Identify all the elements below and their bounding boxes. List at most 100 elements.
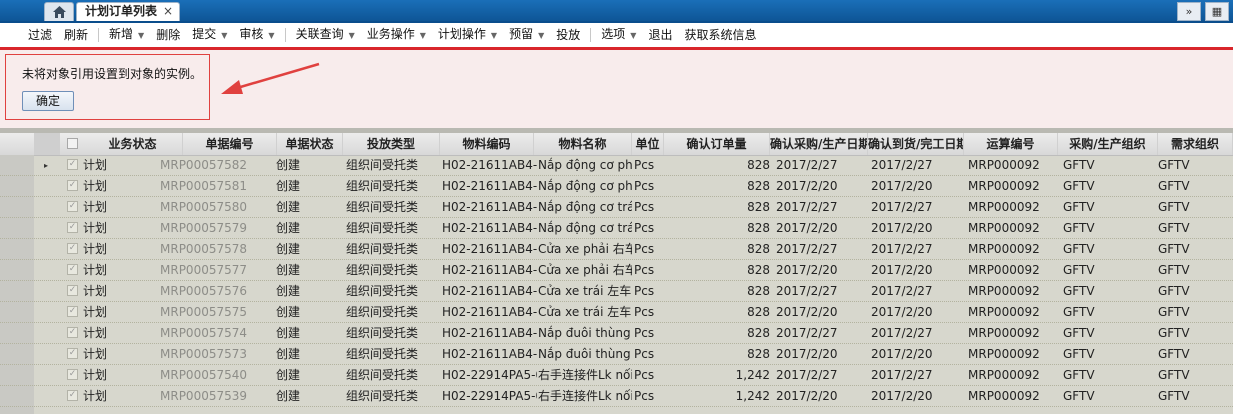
tab-plan-order-list[interactable]: 计划订单列表 ×	[76, 2, 180, 21]
toolbar-button[interactable]: 新增 ▼	[103, 22, 150, 48]
table-cell: GFTV	[1063, 263, 1095, 277]
row-checkbox[interactable]: ✓	[67, 243, 78, 254]
chevron-down-icon[interactable]: ▼	[268, 31, 274, 40]
table-row[interactable]: ✓ 计划 MRP00057579 创建 组织间受托类 H02-21611AB4-0004N…	[0, 218, 1233, 239]
table-row[interactable]: ✓ 计划 MRP00057578 创建 组织间受托类 H02-21611AB4-0005C…	[0, 239, 1233, 260]
chevron-down-icon[interactable]: ▼	[538, 31, 544, 40]
row-checkbox[interactable]: ✓	[67, 285, 78, 296]
column-header[interactable]: 确认采购/生产日期	[770, 133, 868, 155]
toolbar-button-label: 提交	[192, 27, 217, 41]
table-cell: MRP000092	[968, 242, 1040, 256]
toolbar-button[interactable]: 投放	[550, 23, 586, 47]
table-row[interactable]: ▸ ✓ 计划 MRP00057582 创建 组织间受托类 H02-21611AB4-0003…	[0, 155, 1233, 176]
table-cell: GFTV	[1158, 305, 1190, 319]
select-all-checkbox[interactable]	[67, 138, 78, 149]
ok-button[interactable]: 确定	[22, 91, 74, 111]
home-tab[interactable]	[44, 2, 74, 21]
table-cell: 计划	[83, 221, 108, 235]
table-row[interactable]: ✓ 计划 MRP00057580 创建 组织间受托类 H02-21611AB4-0004N…	[0, 197, 1233, 218]
chevron-down-icon[interactable]: ▼	[138, 31, 144, 40]
table-row[interactable]: ✓ 计划 MRP00057577 创建 组织间受托类 H02-21611AB4-0005C…	[0, 260, 1233, 281]
red-arrow-annotation	[221, 62, 320, 94]
column-header[interactable]: 确认订单量	[664, 133, 770, 155]
column-header[interactable]: 物料编码	[440, 133, 534, 155]
table-cell: 2017/2/20	[871, 347, 933, 361]
row-checkbox[interactable]: ✓	[67, 327, 78, 338]
close-tab-icon[interactable]: ×	[163, 3, 173, 20]
table-cell: 2017/2/20	[776, 179, 838, 193]
toolbar-button[interactable]: 退出	[642, 23, 678, 47]
chevron-down-icon[interactable]: ▼	[491, 31, 497, 40]
toolbar-button[interactable]: 获取系统信息	[678, 23, 762, 47]
row-checkbox[interactable]: ✓	[67, 222, 78, 233]
toolbar-button[interactable]: 预留 ▼	[503, 22, 550, 48]
table-cell: GFTV	[1063, 284, 1095, 298]
column-header[interactable]: 单据状态	[277, 133, 343, 155]
table-cell: GFTV	[1158, 242, 1190, 256]
row-checkbox[interactable]: ✓	[67, 264, 78, 275]
table-cell: Pcs	[634, 242, 655, 256]
table-cell: 创建	[276, 221, 301, 235]
table-cell: 1,242	[735, 368, 770, 382]
column-header[interactable]: 业务状态	[83, 133, 183, 155]
row-checkbox[interactable]: ✓	[67, 348, 78, 359]
toolbar-button[interactable]: 选项 ▼	[595, 22, 642, 48]
column-header[interactable]: 投放类型	[343, 133, 440, 155]
toolbar-button[interactable]: 提交 ▼	[186, 22, 233, 48]
table-cell: Pcs	[634, 158, 655, 172]
table-row[interactable]: ✓ 计划 MRP00057574 创建 组织间受托类 H02-21611AB4-0007N…	[0, 323, 1233, 344]
toolbar-button[interactable]: 业务操作 ▼	[361, 22, 432, 48]
toolbar-button[interactable]: 审核 ▼	[233, 22, 280, 48]
column-header[interactable]: 需求组织	[1158, 133, 1233, 155]
toolbar-button[interactable]: 关联查询 ▼	[290, 22, 361, 48]
chevron-down-icon[interactable]: ▼	[221, 31, 227, 40]
column-header[interactable]: 单据编号	[183, 133, 277, 155]
table-cell: H02-21611AB4-0007	[442, 326, 537, 340]
table-cell: MRP00057579	[160, 221, 248, 235]
toolbar-button[interactable]: 刷新	[58, 23, 94, 47]
table-cell: 组织间受托类	[346, 347, 419, 361]
table-row[interactable]: ✓ 计划 MRP00057576 创建 组织间受托类 H02-21611AB4-0006C…	[0, 281, 1233, 302]
column-header[interactable]: 单位	[632, 133, 664, 155]
grid-menu-icon[interactable]: ▦	[1205, 2, 1229, 21]
table-cell: GFTV	[1158, 368, 1190, 382]
table-cell: MRP000092	[968, 389, 1040, 403]
chevron-double-icon[interactable]: »	[1177, 2, 1201, 21]
table-cell: MRP000092	[968, 179, 1040, 193]
chevron-down-icon[interactable]: ▼	[420, 31, 426, 40]
row-checkbox[interactable]: ✓	[67, 159, 78, 170]
table-row[interactable]: ✓ 计划 MRP00057581 创建 组织间受托类 H02-21611AB4-0003N…	[0, 176, 1233, 197]
table-cell: MRP00057581	[160, 179, 248, 193]
table-row[interactable]: ✓ 计划 MRP00057575 创建 组织间受托类 H02-21611AB4-0006C…	[0, 302, 1233, 323]
table-row[interactable]: ✓ 计划 MRP00057573 创建 组织间受托类 H02-21611AB4-0007N…	[0, 344, 1233, 365]
row-checkbox[interactable]: ✓	[67, 201, 78, 212]
table-row[interactable]: ✓ 计划 MRP00057540 创建 组织间受托类 H02-22914PA5-0001右…	[0, 365, 1233, 386]
chevron-down-icon[interactable]: ▼	[630, 31, 636, 40]
column-header[interactable]: 物料名称	[534, 133, 632, 155]
table-cell: 2017/2/27	[776, 284, 838, 298]
table-cell: 828	[747, 326, 770, 340]
toolbar-button[interactable]: 过滤	[22, 23, 58, 47]
table-cell: 右手连接件Lk nối	[538, 389, 632, 403]
table-cell: 计划	[83, 389, 108, 403]
column-header[interactable]: 采购/生产组织	[1058, 133, 1158, 155]
table-cell: 计划	[83, 242, 108, 256]
table-cell: MRP00057540	[160, 368, 248, 382]
chevron-down-icon[interactable]: ▼	[349, 31, 355, 40]
column-header[interactable]: 确认到货/完工日期	[868, 133, 964, 155]
row-checkbox[interactable]: ✓	[67, 390, 78, 401]
toolbar-button[interactable]: 删除	[150, 23, 186, 47]
table-cell: H02-21611AB4-0003	[442, 158, 537, 172]
table-cell: 创建	[276, 263, 301, 277]
table-cell: 组织间受托类	[346, 221, 419, 235]
toolbar-button-label: 关联查询	[295, 27, 344, 41]
error-message-text: 未将对象引用设置到对象的实例。	[22, 67, 203, 81]
row-checkbox[interactable]: ✓	[67, 180, 78, 191]
table-cell: 2017/2/20	[776, 389, 838, 403]
row-checkbox[interactable]: ✓	[67, 369, 78, 380]
row-checkbox[interactable]: ✓	[67, 306, 78, 317]
table-cell: MRP00057573	[160, 347, 248, 361]
column-header[interactable]: 运算编号	[964, 133, 1058, 155]
table-row[interactable]: ✓ 计划 MRP00057539 创建 组织间受托类 H02-22914PA5-0001右…	[0, 386, 1233, 407]
toolbar-button[interactable]: 计划操作 ▼	[432, 22, 503, 48]
